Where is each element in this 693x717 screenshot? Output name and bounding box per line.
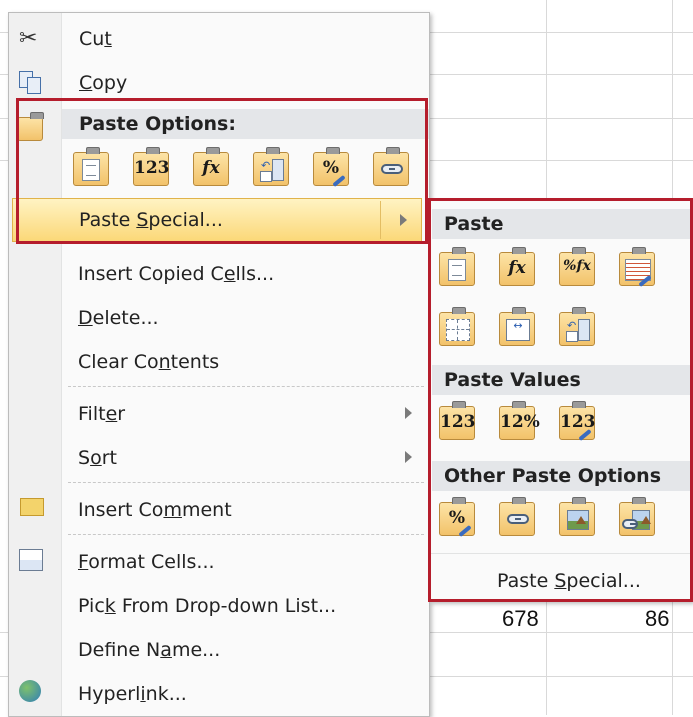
submenu-arrow-icon [405, 407, 412, 419]
paste-options-header: Paste Options: [62, 109, 429, 139]
menu-item-pick-from-list[interactable]: Pick From Drop-down List... [8, 586, 428, 626]
paste-link-icon[interactable] [371, 147, 413, 189]
paste-all-icon[interactable] [437, 247, 479, 289]
other-paste-options-header: Other Paste Options [432, 461, 692, 491]
menu-item-hyperlink[interactable]: Hyperlink... [8, 674, 428, 714]
menu-item-filter[interactable]: Filter [8, 394, 428, 434]
cell-value[interactable]: 678 [502, 606, 539, 632]
menu-item-insert-comment[interactable]: Insert Comment [8, 490, 428, 530]
copy-icon [19, 71, 41, 94]
paste-icon[interactable] [71, 147, 113, 189]
paste-formatting-icon[interactable]: % [437, 497, 479, 539]
submenu-separator [431, 553, 692, 554]
paste-values-source-formatting-icon[interactable]: 123 [557, 401, 599, 443]
paste-values-number-format-icon[interactable]: 12% [497, 401, 540, 443]
menu-item-cut[interactable]: ✂ Cut [9, 19, 429, 59]
menu-item-sort[interactable]: Sort [8, 438, 428, 478]
menu-separator [68, 482, 424, 483]
menu-item-clear-contents[interactable]: Clear Contents [8, 342, 428, 382]
paste-section-header: Paste [432, 209, 692, 239]
submenu-arrow-icon [400, 214, 407, 226]
menu-item-format-cells[interactable]: Format Cells... [8, 542, 428, 582]
paste-values-section-header: Paste Values [432, 365, 692, 395]
menu-item-paste-special-dialog[interactable]: Paste Special... [431, 561, 692, 601]
paste-picture-icon[interactable] [557, 497, 599, 539]
paste-transpose-icon[interactable]: ↶ [557, 307, 599, 349]
comment-icon [20, 498, 44, 516]
paste-linked-picture-icon[interactable] [617, 497, 659, 539]
cell-value[interactable]: 86 [645, 606, 669, 632]
paste-formulas-icon[interactable]: fx [497, 247, 539, 289]
menu-item-insert-copied-cells[interactable]: Insert Copied Cells... [8, 254, 428, 294]
paste-formulas-number-format-icon[interactable]: %fx [557, 247, 599, 289]
menu-separator [68, 386, 424, 387]
paste-formatting-icon[interactable]: % [311, 147, 353, 189]
paste-no-borders-icon[interactable] [437, 307, 479, 349]
paste-values-icon[interactable]: 123 [437, 401, 479, 443]
clipboard-icon [17, 112, 45, 143]
menu-item-define-name[interactable]: Define Name... [8, 630, 428, 670]
paste-transpose-icon[interactable]: ↶ [251, 147, 293, 189]
paste-keep-source-formatting-icon[interactable] [617, 247, 659, 289]
paste-keep-column-widths-icon[interactable]: ↔ [497, 307, 539, 349]
submenu-arrow-icon [405, 451, 412, 463]
menu-item-paste-special[interactable]: Paste Special... [12, 198, 422, 242]
menu-separator [68, 534, 424, 535]
paste-formulas-icon[interactable]: fx [191, 147, 233, 189]
hyperlink-icon [19, 680, 41, 702]
paste-link-icon[interactable] [497, 497, 539, 539]
menu-item-delete[interactable]: Delete... [8, 298, 428, 338]
paste-special-submenu: Paste fx %fx ↔ ↶ Paste Values 123 12% 12… [430, 200, 693, 602]
format-cells-icon [19, 549, 43, 571]
scissors-icon: ✂ [19, 26, 38, 51]
menu-item-copy[interactable]: Copy [9, 63, 429, 103]
paste-values-icon[interactable]: 123 [131, 147, 173, 189]
